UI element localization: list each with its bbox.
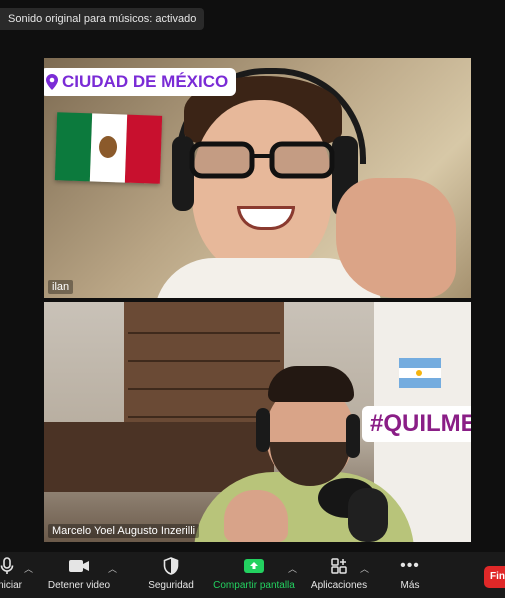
more-dots-icon: •••	[400, 557, 420, 574]
apps-icon	[331, 558, 347, 574]
apps-options-caret-icon[interactable]: ︿	[360, 562, 370, 574]
finish-label: Finalizar	[490, 571, 505, 582]
location-sticker: CIUDAD DE MÉXICO	[44, 68, 237, 96]
thumbs-up-hand	[224, 490, 288, 542]
apps-label: Aplicaciones	[310, 580, 368, 591]
meeting-toolbar: Iniciar ︿ Detener video ︿ Seguridad C	[0, 552, 505, 598]
audio-options-caret-icon[interactable]: ︿	[24, 562, 34, 574]
participant-name-label: ilan	[48, 280, 74, 294]
more-label: Más	[400, 580, 420, 591]
share-screen-button[interactable]: Compartir pantalla	[208, 556, 300, 591]
location-pin-icon	[46, 74, 58, 90]
microphone-icon	[0, 557, 14, 574]
shelf-row	[128, 360, 280, 362]
original-sound-notice: Sonido original para músicos: activado	[0, 8, 205, 30]
argentina-flag-sticker	[399, 358, 441, 388]
video-camera-icon	[69, 560, 89, 572]
headphone-left	[256, 408, 270, 452]
mexico-flag-sticker	[54, 112, 163, 184]
headphone-right	[346, 414, 360, 458]
finish-meeting-button[interactable]: Finalizar	[484, 566, 505, 588]
shield-icon	[163, 557, 179, 575]
security-button[interactable]: Seguridad	[142, 556, 200, 591]
start-audio-button[interactable]: Iniciar	[0, 556, 22, 591]
security-label: Seguridad	[148, 580, 194, 591]
shelf-row	[128, 388, 280, 390]
share-options-caret-icon[interactable]: ︿	[288, 562, 298, 574]
start-audio-label: Iniciar	[0, 580, 22, 591]
participant-face	[192, 100, 332, 275]
location-text: CIUDAD DE MÉXICO	[62, 72, 229, 91]
video-tile-ilan[interactable]: CIUDAD DE MÉXICO ilan	[44, 58, 471, 298]
video-options-caret-icon[interactable]: ︿	[108, 562, 118, 574]
shelf-row	[128, 332, 280, 334]
hashtag-sticker: #QUILMES	[362, 406, 471, 442]
thumbs-up-hand	[336, 178, 456, 298]
stop-video-label: Detener video	[47, 580, 111, 591]
video-tile-marcelo[interactable]: #QUILMES Marcelo Yoel Augusto Inzerilli	[44, 302, 471, 542]
participant-name-label: Marcelo Yoel Augusto Inzerilli	[48, 524, 200, 538]
participant-hair	[268, 366, 354, 402]
microphone	[348, 488, 388, 542]
share-screen-label: Compartir pantalla	[213, 580, 295, 591]
glasses-icon	[189, 141, 335, 179]
share-screen-icon	[244, 559, 264, 573]
stop-video-button[interactable]: Detener video	[46, 556, 112, 591]
more-button[interactable]: ••• Más	[392, 556, 428, 591]
